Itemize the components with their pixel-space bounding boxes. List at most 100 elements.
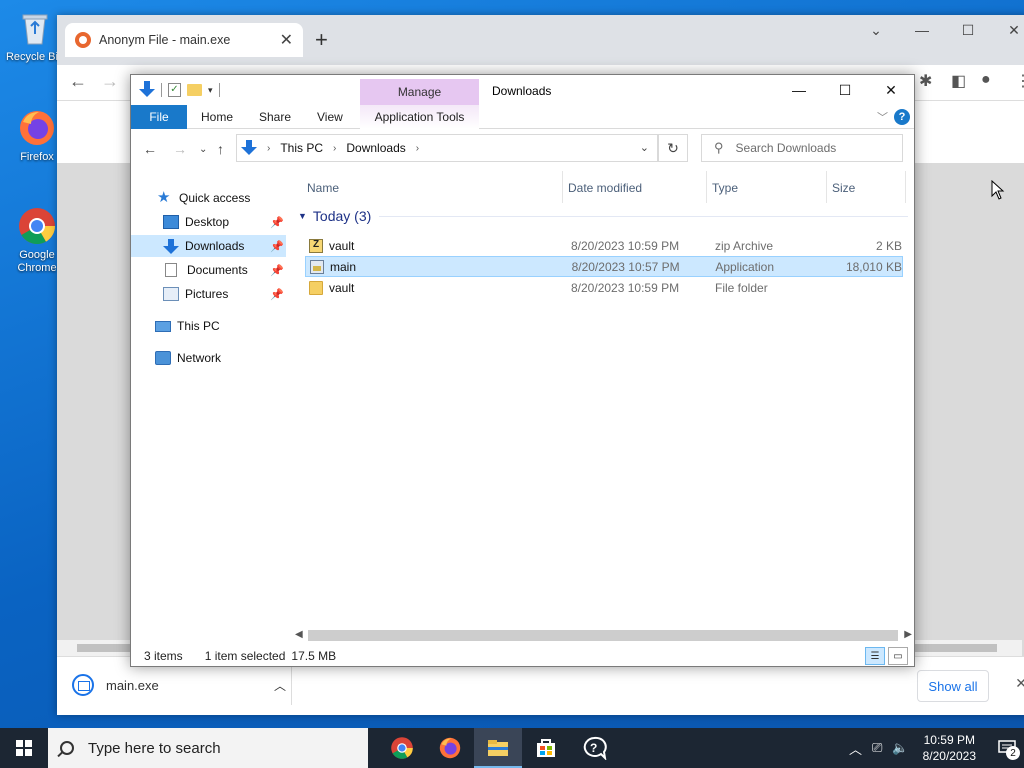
forward-icon[interactable]: → xyxy=(101,71,119,92)
breadcrumb-this-pc[interactable]: This PC xyxy=(280,141,323,155)
clock[interactable]: 10:59 PM 8/20/2023 xyxy=(923,732,976,764)
taskbar-app-firefox[interactable] xyxy=(426,728,474,768)
status-selected-count: 1 item selected xyxy=(204,648,286,663)
tab-file[interactable]: File xyxy=(131,105,187,129)
column-divider[interactable] xyxy=(706,171,707,203)
chrome-icon xyxy=(391,737,413,759)
clock-date: 8/20/2023 xyxy=(922,749,976,763)
file-explorer-icon xyxy=(488,740,508,756)
this-pc-icon xyxy=(155,320,171,332)
tab-share[interactable]: Share xyxy=(259,105,291,129)
tab-home[interactable]: Home xyxy=(201,105,233,129)
show-all-button[interactable]: Show all xyxy=(917,670,989,702)
ribbon-tabs: File Home Share View Application Tools ﹀… xyxy=(131,105,914,129)
scrollbar-thumb[interactable] xyxy=(308,630,898,641)
show-hidden-icons-icon[interactable]: ︿ xyxy=(849,739,862,758)
taskbar-app-file-explorer[interactable] xyxy=(474,728,522,768)
column-header-type[interactable]: Type xyxy=(712,181,738,195)
close-icon[interactable]: ✕ xyxy=(868,75,914,105)
column-divider[interactable] xyxy=(826,171,827,203)
nav-item-downloads[interactable]: Downloads 📌 xyxy=(131,235,286,257)
recent-locations-icon[interactable]: ⌄ xyxy=(199,144,207,155)
nav-item-quick-access[interactable]: Quick access xyxy=(131,187,286,209)
tab-close-icon[interactable]: ✕ xyxy=(280,30,293,50)
application-icon xyxy=(310,259,324,274)
side-panel-icon[interactable]: ◧ xyxy=(951,71,966,91)
chevron-up-icon[interactable]: ︿ xyxy=(274,677,286,694)
up-icon[interactable]: ↑ xyxy=(217,141,224,157)
column-header-name[interactable]: Name xyxy=(307,181,339,195)
chevron-down-icon[interactable]: ▼ xyxy=(298,211,307,221)
start-button[interactable] xyxy=(0,728,48,768)
nav-item-network[interactable]: Network xyxy=(131,347,286,369)
network-status-icon[interactable]: ⎚ xyxy=(872,740,882,756)
file-list-horizontal-scrollbar[interactable]: ◀ ▶ xyxy=(291,627,916,644)
close-icon[interactable]: ✕ xyxy=(991,15,1024,45)
file-row-vault-zip[interactable]: vault 8/20/2023 10:59 PM zip Archive 2 K… xyxy=(305,235,903,256)
tab-application-tools[interactable]: Application Tools xyxy=(360,105,479,129)
svg-text:?: ? xyxy=(590,741,597,755)
qat-separator xyxy=(218,83,220,97)
windows-logo-icon xyxy=(16,740,32,756)
breadcrumb-separator[interactable]: › xyxy=(333,143,336,154)
file-type: Application xyxy=(715,259,775,274)
column-header-date[interactable]: Date modified xyxy=(568,181,642,195)
group-header-today[interactable]: ▼ Today (3) xyxy=(296,207,908,225)
nav-item-desktop[interactable]: Desktop 📌 xyxy=(131,211,286,233)
action-center-button[interactable]: 2 xyxy=(990,728,1024,768)
scroll-left-icon[interactable]: ◀ xyxy=(295,629,303,640)
breadcrumb-separator[interactable]: › xyxy=(267,143,270,154)
tab-view[interactable]: View xyxy=(317,105,343,129)
address-dropdown-icon[interactable]: ⌄ xyxy=(640,141,649,154)
file-date: 8/20/2023 10:57 PM xyxy=(571,259,680,274)
breadcrumb-downloads[interactable]: Downloads xyxy=(346,141,405,155)
nav-item-pictures[interactable]: Pictures 📌 xyxy=(131,283,286,305)
clock-time: 10:59 PM xyxy=(923,733,975,747)
browser-window-controls: ⌄ — ☐ ✕ xyxy=(853,15,1024,45)
back-icon[interactable]: ← xyxy=(143,141,157,157)
menu-icon[interactable]: ⋮ xyxy=(1015,71,1024,91)
column-divider[interactable] xyxy=(905,171,906,203)
taskbar-app-store[interactable] xyxy=(522,728,570,768)
maximize-icon[interactable]: ☐ xyxy=(822,75,868,105)
search-input[interactable]: ⚲ Search Downloads xyxy=(701,134,903,162)
customize-qat-icon[interactable]: ▾ xyxy=(208,85,213,96)
help-icon[interactable]: ? xyxy=(894,109,910,125)
forward-icon[interactable]: → xyxy=(173,141,187,157)
taskbar-app-get-help[interactable]: ? xyxy=(570,728,618,768)
documents-folder-icon xyxy=(165,263,177,277)
new-tab-icon[interactable]: + xyxy=(315,27,328,53)
file-row-vault-folder[interactable]: vault 8/20/2023 10:59 PM File folder xyxy=(305,277,903,298)
large-icons-view-icon[interactable]: ▭ xyxy=(888,647,908,665)
tab-manage[interactable]: Manage xyxy=(360,79,479,105)
address-bar[interactable]: › This PC › Downloads › ⌄ xyxy=(236,134,658,162)
nav-item-this-pc[interactable]: This PC xyxy=(131,315,286,337)
properties-icon[interactable]: ✓ xyxy=(168,83,181,97)
expand-ribbon-icon[interactable]: ﹀ xyxy=(877,105,888,129)
taskbar-search-input[interactable]: Type here to search xyxy=(48,728,368,768)
extensions-icon[interactable]: ✱ xyxy=(919,71,932,91)
file-row-main[interactable]: main 8/20/2023 10:57 PM Application 18,0… xyxy=(305,256,903,277)
scroll-right-icon[interactable]: ▶ xyxy=(904,629,912,640)
new-folder-icon[interactable] xyxy=(187,84,202,96)
minimize-icon[interactable]: — xyxy=(899,15,945,45)
volume-icon[interactable]: 🔈 xyxy=(892,740,908,756)
refresh-button[interactable]: ↻ xyxy=(658,134,688,162)
nav-item-documents[interactable]: Documents 📌 xyxy=(131,259,286,281)
profile-icon[interactable]: ● xyxy=(981,71,991,89)
zip-icon xyxy=(309,238,323,253)
browser-tab[interactable]: Anonym File - main.exe ✕ xyxy=(65,23,303,57)
tab-search-icon[interactable]: ⌄ xyxy=(853,15,899,45)
column-header-size[interactable]: Size xyxy=(832,181,855,195)
back-icon[interactable]: ← xyxy=(69,71,87,92)
minimize-icon[interactable]: — xyxy=(776,75,822,105)
details-view-icon[interactable]: ☰ xyxy=(865,647,885,665)
download-item[interactable]: main.exe ︿ xyxy=(67,665,292,705)
column-divider[interactable] xyxy=(562,171,563,203)
firefox-icon xyxy=(17,108,57,148)
breadcrumb-separator[interactable]: › xyxy=(416,143,419,154)
download-filename: main.exe xyxy=(106,677,159,693)
taskbar-app-chrome[interactable] xyxy=(378,728,426,768)
close-download-bar-icon[interactable]: ✕ xyxy=(1015,675,1024,692)
maximize-icon[interactable]: ☐ xyxy=(945,15,991,45)
